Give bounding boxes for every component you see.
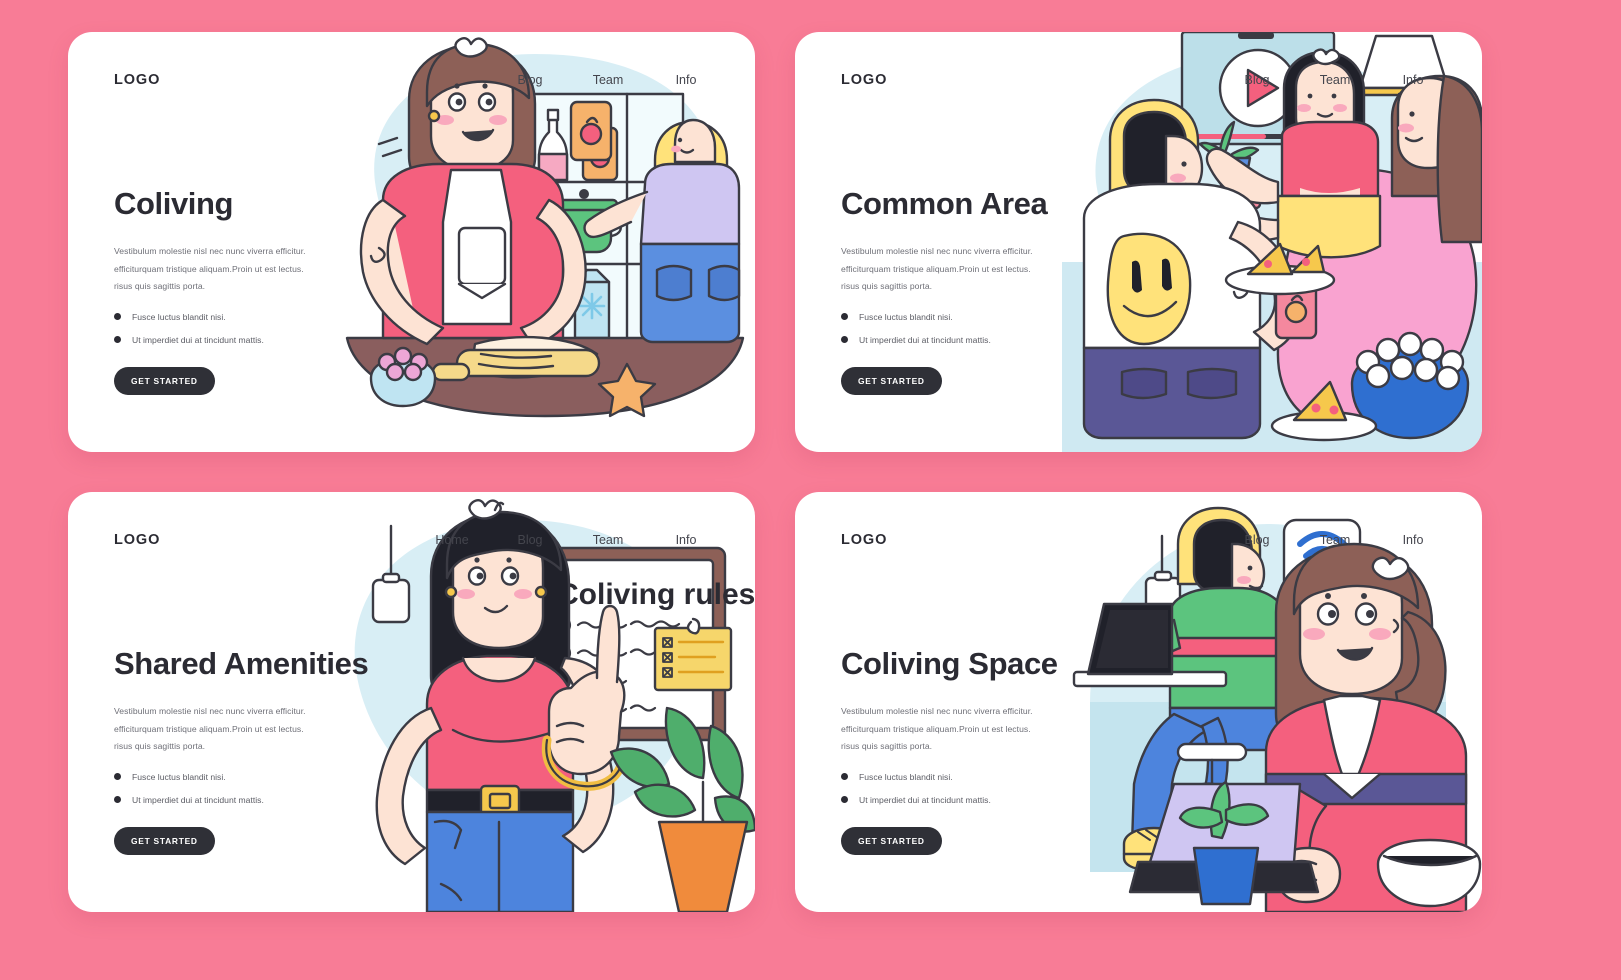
list-item: Fusce luctus blandit nisi. <box>114 312 414 322</box>
nav-item-team[interactable]: Team <box>1296 73 1374 87</box>
list-item-label: Fusce luctus blandit nisi. <box>132 311 226 322</box>
copy-block: Coliving Vestibulum molestie nisl nec nu… <box>114 186 414 395</box>
page-title: Coliving Space <box>841 646 1058 681</box>
copy-block: Shared Amenities Vestibulum molestie nis… <box>114 646 414 855</box>
navbar: Home Blog Team Info <box>413 533 725 547</box>
nav-item-team[interactable]: Team <box>1296 533 1374 547</box>
logo[interactable]: LOGO <box>841 532 887 548</box>
description-line: Vestibulum molestie nisl nec nunc viverr… <box>114 706 306 717</box>
feature-list: Fusce luctus blandit nisi. Ut imperdiet … <box>841 312 1141 345</box>
description: Vestibulum molestie nisl nec nunc viverr… <box>114 703 414 756</box>
copy-block: Coliving Space Vestibulum molestie nisl … <box>841 646 1141 855</box>
list-item: Fusce luctus blandit nisi. <box>841 772 1141 782</box>
description-line: efficiturquam tristique aliquam.Proin ut… <box>114 263 304 274</box>
description-line: efficiturquam tristique aliquam.Proin ut… <box>841 723 1031 734</box>
description: Vestibulum molestie nisl nec nunc viverr… <box>114 243 414 296</box>
nav-item-blog[interactable]: Blog <box>491 533 569 547</box>
bullet-dot-icon <box>841 773 848 781</box>
logo[interactable]: LOGO <box>841 72 887 88</box>
list-item: Ut imperdiet dui at tincidunt mattis. <box>841 335 1141 345</box>
get-started-button[interactable]: GET STARTED <box>841 366 942 395</box>
list-item-label: Fusce luctus blandit nisi. <box>132 771 226 782</box>
bullet-dot-icon <box>841 796 848 804</box>
description-line: Vestibulum molestie nisl nec nunc viverr… <box>114 246 306 257</box>
nav-item-info[interactable]: Info <box>1374 533 1452 547</box>
description-line: Vestibulum molestie nisl nec nunc viverr… <box>841 246 1033 257</box>
page-title: Common Area <box>841 186 1048 221</box>
landing-card-coliving-space: LOGO Blog Team Info Coliving Space Vesti… <box>795 492 1482 912</box>
list-item: Ut imperdiet dui at tincidunt mattis. <box>841 795 1141 805</box>
rules-board-title: Coliving rules <box>557 578 755 611</box>
nav-item-team[interactable]: Team <box>569 73 647 87</box>
navbar: Blog Team Info <box>491 73 725 87</box>
landing-page-set: LOGO Blog Team Info Coliving Vestibulum … <box>0 0 1621 980</box>
nav-item-info[interactable]: Info <box>647 533 725 547</box>
list-item: Ut imperdiet dui at tincidunt mattis. <box>114 795 414 805</box>
nav-item-info[interactable]: Info <box>1374 73 1452 87</box>
nav-item-team[interactable]: Team <box>569 533 647 547</box>
nav-item-home[interactable]: Home <box>413 533 491 547</box>
description-line: risus quis sagittis porta. <box>114 281 206 292</box>
nav-item-blog[interactable]: Blog <box>491 73 569 87</box>
description-line: Vestibulum molestie nisl nec nunc viverr… <box>841 706 1033 717</box>
list-item-label: Ut imperdiet dui at tincidunt mattis. <box>859 794 991 805</box>
nav-item-blog[interactable]: Blog <box>1218 73 1296 87</box>
feature-list: Fusce luctus blandit nisi. Ut imperdiet … <box>841 772 1141 805</box>
bullet-dot-icon <box>114 336 121 344</box>
landing-card-shared-amenities: LOGO Home Blog Team Info Shared Amenitie… <box>68 492 755 912</box>
landing-card-common-area: LOGO Blog Team Info Common Area Vestibul… <box>795 32 1482 452</box>
bullet-dot-icon <box>841 336 848 344</box>
list-item: Ut imperdiet dui at tincidunt mattis. <box>114 335 414 345</box>
description: Vestibulum molestie nisl nec nunc viverr… <box>841 243 1141 296</box>
bullet-dot-icon <box>114 313 121 321</box>
feature-list: Fusce luctus blandit nisi. Ut imperdiet … <box>114 312 414 345</box>
bullet-dot-icon <box>114 796 121 804</box>
description: Vestibulum molestie nisl nec nunc viverr… <box>841 703 1141 756</box>
description-line: efficiturquam tristique aliquam.Proin ut… <box>114 723 304 734</box>
feature-list: Fusce luctus blandit nisi. Ut imperdiet … <box>114 772 414 805</box>
list-item-label: Fusce luctus blandit nisi. <box>859 311 953 322</box>
page-title: Shared Amenities <box>114 646 369 681</box>
copy-block: Common Area Vestibulum molestie nisl nec… <box>841 186 1141 395</box>
logo[interactable]: LOGO <box>114 532 160 548</box>
list-item-label: Fusce luctus blandit nisi. <box>859 771 953 782</box>
list-item-label: Ut imperdiet dui at tincidunt mattis. <box>132 794 264 805</box>
get-started-button[interactable]: GET STARTED <box>114 366 215 395</box>
list-item-label: Ut imperdiet dui at tincidunt mattis. <box>859 334 991 345</box>
list-item: Fusce luctus blandit nisi. <box>841 312 1141 322</box>
list-item: Fusce luctus blandit nisi. <box>114 772 414 782</box>
get-started-button[interactable]: GET STARTED <box>841 826 942 855</box>
page-title: Coliving <box>114 186 234 221</box>
navbar: Blog Team Info <box>1218 73 1452 87</box>
nav-item-info[interactable]: Info <box>647 73 725 87</box>
description-line: risus quis sagittis porta. <box>841 281 933 292</box>
get-started-button[interactable]: GET STARTED <box>114 826 215 855</box>
description-line: efficiturquam tristique aliquam.Proin ut… <box>841 263 1031 274</box>
description-line: risus quis sagittis porta. <box>841 741 933 752</box>
logo[interactable]: LOGO <box>114 72 160 88</box>
nav-item-blog[interactable]: Blog <box>1218 533 1296 547</box>
list-item-label: Ut imperdiet dui at tincidunt mattis. <box>132 334 264 345</box>
landing-card-coliving: LOGO Blog Team Info Coliving Vestibulum … <box>68 32 755 452</box>
bullet-dot-icon <box>841 313 848 321</box>
description-line: risus quis sagittis porta. <box>114 741 206 752</box>
bullet-dot-icon <box>114 773 121 781</box>
navbar: Blog Team Info <box>1218 533 1452 547</box>
